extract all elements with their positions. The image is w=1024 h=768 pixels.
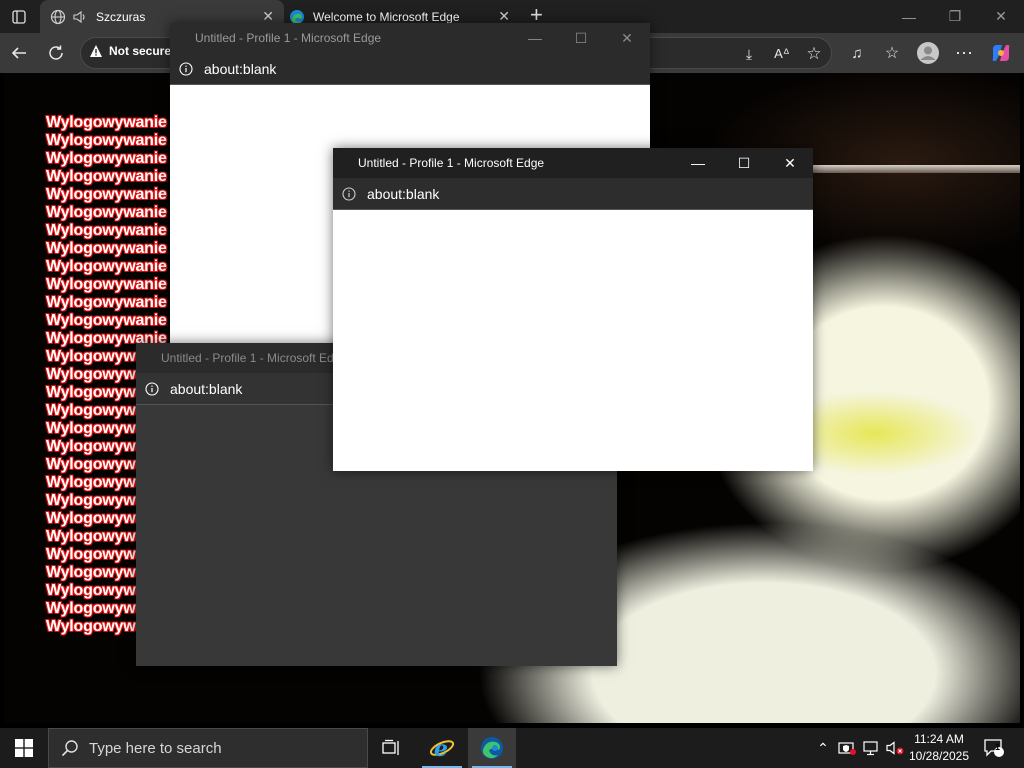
tray-security-app[interactable]: [836, 728, 858, 768]
popup-title: Untitled - Profile 1 - Microsoft Edge: [161, 351, 348, 365]
minimize-icon: —: [528, 30, 542, 46]
taskbar-internet-explorer[interactable]: e: [418, 728, 466, 768]
notification-center-button[interactable]: 1: [980, 728, 1008, 768]
popup-minimize-button[interactable]: —: [512, 23, 558, 53]
tab-actions-button[interactable]: [6, 6, 32, 28]
popup-close-button[interactable]: ✕: [604, 23, 650, 53]
desktop: Szczuras ✕ Welcome to Microsoft Edge ✕ +…: [0, 0, 1024, 768]
close-icon: ✕: [621, 29, 633, 46]
read-aloud-button[interactable]: Aᐞ: [769, 41, 795, 67]
minimize-icon: —: [691, 155, 705, 171]
speaker-icon[interactable]: [72, 9, 88, 25]
maximize-icon: ☐: [737, 154, 751, 171]
popup-title: Untitled - Profile 1 - Microsoft Edge: [195, 31, 382, 45]
popup-title-bar[interactable]: Untitled - Profile 1 - Microsoft Edge — …: [170, 23, 650, 53]
popup-close-button[interactable]: ✕: [767, 148, 813, 178]
volume-muted-icon: [886, 741, 904, 755]
restore-button[interactable]: ❐: [932, 0, 978, 33]
refresh-icon: [49, 45, 63, 60]
windows-icon: [15, 739, 33, 757]
tab-actions-icon: [12, 10, 26, 24]
info-icon: [179, 61, 193, 76]
taskbar: Type here to search e ⌃ 11:24 AM 10/28/2…: [0, 728, 1024, 768]
minimize-button[interactable]: —: [886, 0, 932, 33]
read-aloud-icon: Aᐞ: [774, 46, 790, 61]
task-view-button[interactable]: [368, 728, 416, 768]
popup-page: [333, 210, 813, 471]
globe-icon: [50, 9, 66, 25]
not-secure-label: Not secure: [109, 44, 172, 58]
back-arrow-icon: [11, 47, 26, 59]
search-icon: [61, 740, 78, 757]
info-icon: [342, 186, 356, 201]
network-icon: [863, 741, 878, 756]
back-button[interactable]: [6, 40, 32, 66]
notification-icon: [984, 739, 1004, 757]
taskbar-search-box[interactable]: Type here to search: [48, 728, 368, 768]
download-icon: ⤓: [745, 45, 753, 62]
refresh-button[interactable]: [43, 40, 69, 66]
notification-count: 1: [995, 742, 1001, 752]
maximize-icon: ☐: [574, 29, 588, 46]
more-icon: ⋯: [955, 42, 973, 63]
popup-url: about:blank: [170, 380, 243, 397]
star-icon: ☆: [806, 44, 822, 63]
popup-url: about:blank: [367, 185, 440, 202]
split-screen-button[interactable]: ♫: [844, 40, 870, 66]
search-placeholder: Type here to search: [89, 739, 222, 757]
warning-icon: [90, 45, 102, 57]
popup-title-bar[interactable]: Untitled - Profile 1 - Microsoft Edge — …: [333, 148, 813, 178]
tab-label: Welcome to Microsoft Edge: [313, 9, 460, 24]
chevron-up-icon: ⌃: [817, 739, 829, 756]
info-icon: [145, 381, 159, 396]
music-icon: ♫: [851, 44, 863, 62]
tab-label: Szczuras: [96, 9, 146, 24]
task-view-icon: [382, 739, 399, 755]
close-icon: ✕: [995, 8, 1007, 24]
popup-minimize-button[interactable]: —: [675, 148, 721, 178]
restore-icon: ❐: [948, 8, 962, 24]
close-icon: ✕: [784, 154, 796, 171]
favorites-button[interactable]: ☆: [879, 40, 905, 66]
popup-address-bar[interactable]: about:blank: [170, 53, 650, 85]
copilot-button[interactable]: [988, 40, 1014, 66]
start-button[interactable]: [0, 728, 48, 768]
site-info-button[interactable]: Not secure: [89, 44, 171, 58]
popup-address-bar[interactable]: about:blank: [333, 178, 813, 210]
settings-more-button[interactable]: ⋯: [951, 40, 977, 66]
security-shield-icon: [838, 742, 856, 755]
popup-maximize-button[interactable]: ☐: [721, 148, 767, 178]
popup-window[interactable]: Untitled - Profile 1 - Microsoft Edge — …: [333, 148, 813, 471]
internet-explorer-icon: e: [429, 736, 455, 761]
popup-title: Untitled - Profile 1 - Microsoft Edge: [358, 156, 545, 170]
taskbar-edge[interactable]: [468, 728, 516, 768]
favorite-button[interactable]: ☆: [801, 41, 827, 67]
network-button[interactable]: [860, 728, 882, 768]
favorites-icon: ☆: [884, 45, 900, 62]
clock-time: 11:24 AM: [914, 732, 964, 746]
profile-button[interactable]: [915, 40, 941, 66]
minimize-icon: —: [902, 8, 916, 25]
show-hidden-icons-button[interactable]: ⌃: [814, 728, 832, 768]
popup-url: about:blank: [204, 60, 277, 77]
volume-button[interactable]: [884, 728, 906, 768]
download-app-button[interactable]: ⤓: [736, 41, 762, 67]
avatar-icon: [917, 42, 939, 64]
popup-maximize-button[interactable]: ☐: [558, 23, 604, 53]
close-button[interactable]: ✕: [978, 0, 1024, 33]
edge-icon: [481, 737, 503, 759]
copilot-icon: [992, 45, 1010, 61]
taskbar-clock[interactable]: 11:24 AM 10/28/2025: [905, 731, 973, 765]
clock-date: 10/28/2025: [908, 749, 970, 763]
svg-text:e: e: [434, 736, 448, 761]
